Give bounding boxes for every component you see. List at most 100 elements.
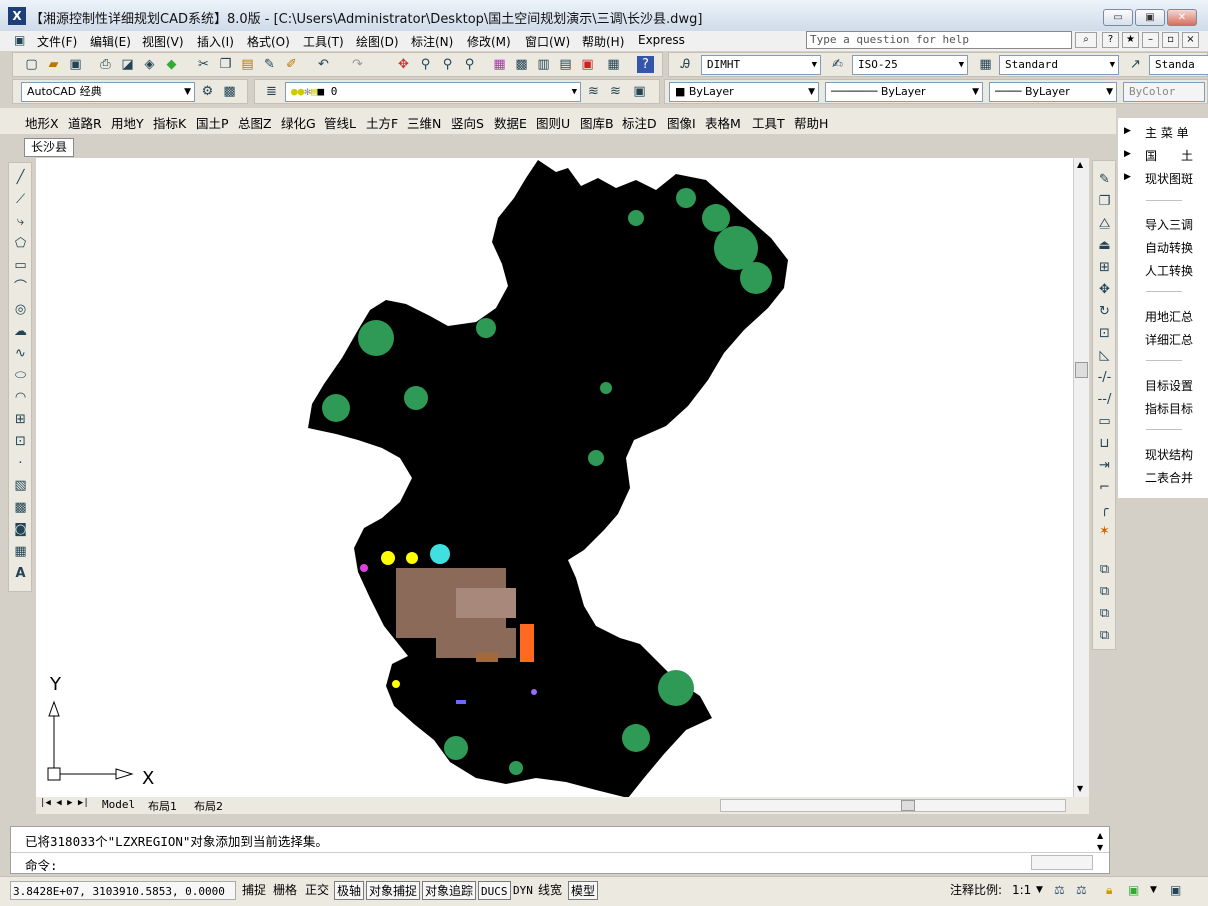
annotation-scale-value[interactable]: 1:1 bbox=[1010, 881, 1033, 900]
break-point-icon[interactable]: ▭ bbox=[1096, 413, 1113, 430]
menu-view[interactable]: 视图(V) bbox=[142, 33, 184, 50]
cmd-scroll-down-icon[interactable]: ▼ bbox=[1097, 843, 1103, 852]
layer-previous-icon[interactable]: ≋ bbox=[607, 83, 624, 100]
communication-icon[interactable]: ? bbox=[1102, 32, 1119, 48]
linetype-select[interactable]: ─────── ByLayer ▼ bbox=[825, 82, 983, 102]
calculator-icon[interactable]: ▦ bbox=[605, 56, 622, 73]
tab-layout1[interactable]: 布局1 bbox=[148, 798, 177, 814]
toggle-model[interactable]: 模型 bbox=[568, 881, 599, 900]
help-icon[interactable]: ? bbox=[637, 56, 654, 73]
draworder-above-icon[interactable]: ⧉ bbox=[1096, 605, 1113, 622]
layer-select[interactable]: ●●✻▤■ 0 ▼ bbox=[285, 82, 581, 102]
toggle-dyn[interactable]: DYN bbox=[511, 881, 535, 900]
hscroll-thumb[interactable] bbox=[901, 800, 915, 811]
menu-file[interactable]: 文件(F) bbox=[37, 33, 77, 50]
vertical-scrollbar[interactable]: ▲ ▼ bbox=[1073, 158, 1089, 798]
new-icon[interactable]: ▢ bbox=[23, 56, 40, 73]
workspace-select[interactable]: AutoCAD 经典 ▼ bbox=[21, 82, 195, 102]
menu-help[interactable]: 帮助(H) bbox=[582, 33, 624, 50]
publish-icon[interactable]: ◈ bbox=[141, 56, 158, 73]
menu-express[interactable]: Express bbox=[638, 33, 685, 47]
mleaderstyle-icon[interactable]: ↗ bbox=[1127, 56, 1144, 73]
doc-minimize-button[interactable]: – bbox=[1142, 32, 1159, 48]
scroll-up-icon[interactable]: ▲ bbox=[1077, 160, 1083, 169]
circle-icon[interactable]: ◎ bbox=[12, 301, 29, 318]
menu-modify[interactable]: 修改(M) bbox=[467, 33, 511, 50]
construction-line-icon[interactable]: ⟋ bbox=[12, 191, 29, 208]
open-icon[interactable]: ▰ bbox=[45, 56, 62, 73]
cut-icon[interactable]: ✂ bbox=[195, 56, 212, 73]
cmenu-terrain[interactable]: 地形X bbox=[25, 113, 59, 132]
pan-icon[interactable]: ✥ bbox=[395, 56, 412, 73]
close-button[interactable]: ✕ bbox=[1167, 9, 1197, 26]
mirror-icon[interactable]: ⧋ bbox=[1096, 215, 1113, 232]
mtext-icon[interactable]: A bbox=[12, 565, 29, 582]
panel-landuse-summary[interactable]: 用地汇总 bbox=[1145, 308, 1193, 325]
toolpalette-icon[interactable]: ▥ bbox=[535, 56, 552, 73]
ellipse-icon[interactable]: ⬭ bbox=[12, 367, 29, 384]
preview-icon[interactable]: ◪ bbox=[119, 56, 136, 73]
cmenu-vertical[interactable]: 竖向S bbox=[451, 113, 484, 132]
copy-icon[interactable]: ❐ bbox=[217, 56, 234, 73]
cmenu-image[interactable]: 图像I bbox=[667, 113, 696, 132]
markup-icon[interactable]: ▣ bbox=[579, 56, 596, 73]
chevron-down-icon[interactable]: ▼ bbox=[1034, 881, 1045, 900]
line-icon[interactable]: ╱ bbox=[12, 169, 29, 186]
gradient-icon[interactable]: ▩ bbox=[12, 499, 29, 516]
doc-restore-button[interactable]: ▫ bbox=[1162, 32, 1179, 48]
toggle-ducs[interactable]: DUCS bbox=[478, 881, 511, 900]
tab-layout2[interactable]: 布局2 bbox=[194, 798, 223, 814]
menu-insert[interactable]: 插入(I) bbox=[197, 33, 234, 50]
toggle-osnap[interactable]: 对象捕捉 bbox=[366, 881, 421, 900]
undo-icon[interactable]: ↶ bbox=[315, 56, 332, 73]
panel-territory[interactable]: 国 土 bbox=[1145, 147, 1193, 164]
panel-current-patch[interactable]: 现状图斑 bbox=[1145, 170, 1193, 187]
toggle-lineweight[interactable]: 线宽 bbox=[536, 881, 564, 900]
zoom-realtime-icon[interactable]: ⚲ bbox=[417, 56, 434, 73]
tablestyle-icon[interactable]: ▦ bbox=[977, 56, 994, 73]
cmenu-territory[interactable]: 国土P bbox=[196, 113, 229, 132]
scroll-down-icon[interactable]: ▼ bbox=[1077, 784, 1083, 793]
table-icon[interactable]: ▦ bbox=[12, 543, 29, 560]
cmenu-index[interactable]: 指标K bbox=[153, 113, 186, 132]
array-icon[interactable]: ⊞ bbox=[1096, 259, 1113, 276]
save-icon[interactable]: ▣ bbox=[67, 56, 84, 73]
rotate-icon[interactable]: ↻ bbox=[1096, 303, 1113, 320]
cmenu-help[interactable]: 帮助H bbox=[794, 113, 828, 132]
horizontal-scrollbar[interactable] bbox=[720, 799, 1066, 812]
extend-icon[interactable]: --/ bbox=[1096, 391, 1113, 408]
toggle-snap[interactable]: 捕捉 bbox=[240, 881, 268, 900]
toggle-grid[interactable]: 栅格 bbox=[271, 881, 299, 900]
help-search-input[interactable]: Type a question for help bbox=[806, 31, 1072, 49]
panel-main-menu[interactable]: 主 菜 单 bbox=[1145, 124, 1189, 141]
doc-close-button[interactable]: × bbox=[1182, 32, 1199, 48]
dimstyle-icon[interactable]: Ꭿ bbox=[677, 56, 694, 73]
matchprop-icon[interactable]: ✎ bbox=[261, 56, 278, 73]
break-icon[interactable]: ⊔ bbox=[1096, 435, 1113, 452]
menu-format[interactable]: 格式(O) bbox=[247, 33, 290, 50]
lock-icon[interactable]: 🔒︎ bbox=[1104, 881, 1114, 900]
panel-target-settings[interactable]: 目标设置 bbox=[1145, 377, 1193, 394]
hatch-icon[interactable]: ▧ bbox=[12, 477, 29, 494]
fillet-icon[interactable]: ╭ bbox=[1096, 501, 1113, 518]
workspace-settings-icon[interactable]: ⚙ bbox=[199, 83, 216, 100]
offset-icon[interactable]: ⏏ bbox=[1096, 237, 1113, 254]
properties-icon[interactable]: ▦ bbox=[491, 56, 508, 73]
redo-icon[interactable]: ↷ bbox=[349, 56, 366, 73]
maximize-button[interactable]: ▣ bbox=[1135, 9, 1165, 26]
drawing-canvas[interactable]: Y X bbox=[36, 158, 1073, 798]
cmenu-road[interactable]: 道路R bbox=[68, 113, 102, 132]
3d-publish-icon[interactable]: ◆ bbox=[163, 56, 180, 73]
command-prompt[interactable]: 命令: bbox=[25, 855, 58, 874]
polygon-icon[interactable]: ⬠ bbox=[12, 235, 29, 252]
menu-tools[interactable]: 工具(T) bbox=[303, 33, 344, 50]
print-icon[interactable]: ⎙ bbox=[97, 56, 114, 73]
cmenu-library[interactable]: 图库B bbox=[580, 113, 614, 132]
clean-screen-icon[interactable]: ▣ bbox=[1168, 881, 1183, 900]
blockedit-icon[interactable]: ✐ bbox=[283, 56, 300, 73]
make-block-icon[interactable]: ⊡ bbox=[12, 433, 29, 450]
cmenu-earthwork[interactable]: 土方F bbox=[366, 113, 398, 132]
tray-settings-icon[interactable]: ▣ bbox=[1126, 881, 1141, 900]
cmenu-general[interactable]: 总图Z bbox=[238, 113, 272, 132]
panel-index-target[interactable]: 指标目标 bbox=[1145, 400, 1193, 417]
